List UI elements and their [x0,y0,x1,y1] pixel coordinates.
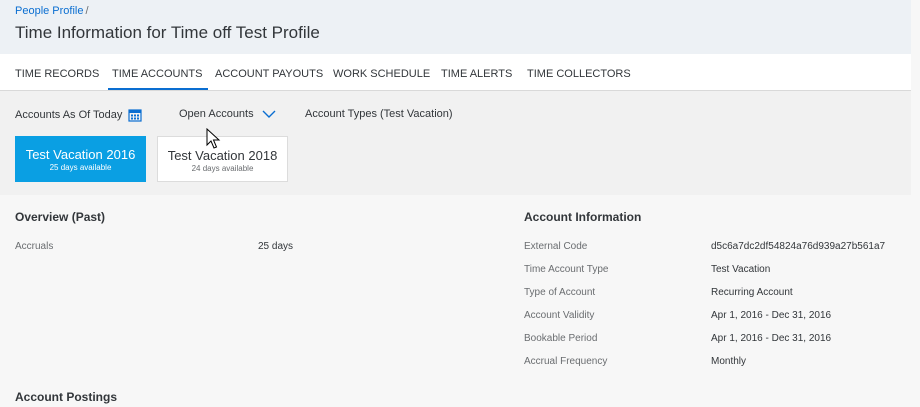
tile-title: Test Vacation 2016 [25,147,136,162]
tab-work-schedule[interactable]: WORK SCHEDULE [333,68,430,80]
tile-subtitle: 25 days available [49,163,112,172]
accrual-frequency-label: Accrual Frequency [524,356,608,367]
breadcrumb-separator: / [85,5,89,17]
external-code-label: External Code [524,241,588,252]
tab-time-collectors[interactable]: TIME COLLECTORS [527,68,631,80]
tile-subtitle: 24 days available [191,164,254,173]
page-header: People Profile / Time Information for Tim… [0,0,911,54]
account-validity-value: Apr 1, 2016 - Dec 31, 2016 [711,310,832,321]
account-tile-test-vacation-2018[interactable]: Test Vacation 2018 24 days available [157,136,288,182]
tab-time-alerts[interactable]: TIME ALERTS [441,68,512,80]
accounts-as-of-filter[interactable]: Accounts As Of Today [15,108,143,122]
bookable-period-value: Apr 1, 2016 - Dec 31, 2016 [711,333,832,344]
tab-time-accounts[interactable]: TIME ACCOUNTS [107,68,209,90]
accruals-value: 25 days [258,241,294,252]
time-account-type-label: Time Account Type [524,264,609,275]
accruals-label: Accruals [15,241,54,252]
tile-title: Test Vacation 2018 [167,148,278,163]
page-title: Time Information for Time off Test Profi… [15,23,320,42]
calendar-icon[interactable] [128,108,143,122]
tab-time-records[interactable]: TIME RECORDS [15,68,99,80]
account-types-filter[interactable]: Account Types (Test Vacation) [305,108,453,120]
account-validity-label: Account Validity [524,310,595,321]
bookable-period-label: Bookable Period [524,333,598,344]
type-of-account-value: Recurring Account [711,287,793,298]
accounts-as-of-label: Accounts As Of Today [15,109,123,121]
tab-bar: TIME RECORDS TIME ACCOUNTS ACCOUNT PAYOU… [0,54,911,91]
tab-account-payouts[interactable]: ACCOUNT PAYOUTS [215,68,323,80]
account-information-title: Account Information [524,210,642,224]
filter-bar: Accounts As Of Today Open Accounts Accou… [0,91,911,195]
breadcrumb: People Profile / [15,5,89,17]
chevron-down-icon[interactable] [262,109,276,119]
mouse-cursor-icon [206,128,221,149]
open-accounts-label: Open Accounts [179,108,254,120]
type-of-account-label: Type of Account [524,287,596,298]
time-account-type-value: Test Vacation [711,264,771,275]
external-code-value: d5c6a7dc2df54824a76d939a27b561a7 [711,241,886,252]
account-postings-title: Account Postings [15,390,118,404]
account-tile-test-vacation-2016[interactable]: Test Vacation 2016 25 days available [15,136,146,182]
overview-title: Overview (Past) [15,210,106,224]
breadcrumb-link-people-profile[interactable]: People Profile [15,5,84,17]
account-details: Overview (Past) Accruals 25 days Account… [0,195,911,407]
open-accounts-filter[interactable]: Open Accounts [179,108,276,120]
accrual-frequency-value: Monthly [711,356,747,367]
